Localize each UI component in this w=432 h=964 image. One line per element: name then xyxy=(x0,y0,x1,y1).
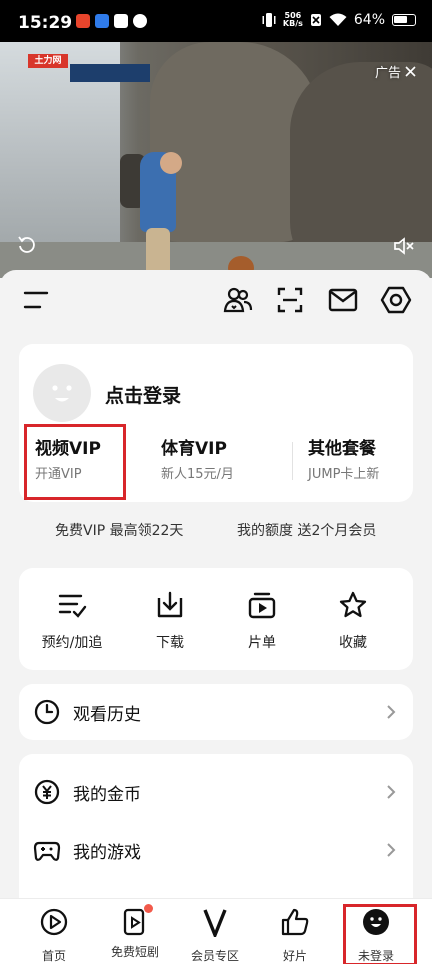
profile-panel: 点击登录 视频VIP 开通VIP 体育VIP 新人15元/月 其他套餐 JUMP… xyxy=(0,270,432,914)
clock-icon xyxy=(34,699,60,725)
app-notification-icon xyxy=(95,14,109,28)
vibrate-icon xyxy=(262,13,276,27)
vip-item-sports[interactable]: 体育VIP 新人15元/月 xyxy=(161,434,234,482)
promo-row: 免费VIP 最高领22天 我的额度 送2个月会员 xyxy=(19,510,413,550)
gamepad-icon xyxy=(33,841,61,861)
status-bar: 15:29 506 KB/s 64% xyxy=(0,0,432,42)
menu-icon[interactable] xyxy=(20,284,52,316)
list-item-games[interactable]: 我的游戏 xyxy=(19,822,413,878)
app-notification-icon xyxy=(76,14,90,28)
highlight-box-not-logged-in xyxy=(343,904,417,964)
services-card: 我的金币 我的游戏 xyxy=(19,754,413,914)
free-vip-promo[interactable]: 免费VIP 最高领22天 xyxy=(55,520,183,540)
profile-toolbar xyxy=(0,270,432,332)
shortcut-favorites[interactable]: 收藏 xyxy=(308,590,398,652)
nav-home[interactable]: 首页 xyxy=(21,907,87,964)
shortcut-reserve[interactable]: 预约/加追 xyxy=(27,590,117,652)
replay-icon[interactable] xyxy=(16,234,38,256)
status-notification-icons xyxy=(76,14,147,28)
battery-percent: 64% xyxy=(353,12,385,28)
scan-icon[interactable] xyxy=(274,284,306,316)
vip-item-other[interactable]: 其他套餐 JUMP卡上新 xyxy=(308,434,379,482)
avatar[interactable] xyxy=(33,364,91,422)
settings-icon[interactable] xyxy=(380,284,412,316)
ad-label[interactable]: 广告 xyxy=(375,62,416,81)
chevron-right-icon xyxy=(387,785,396,799)
battery-icon xyxy=(392,14,416,26)
quota-promo[interactable]: 我的额度 送2个月会员 xyxy=(237,520,376,540)
history-item[interactable]: 观看历史 xyxy=(19,684,413,740)
nav-good-films[interactable]: 好片 xyxy=(262,907,328,964)
download-icon xyxy=(157,591,183,618)
vip-v-icon xyxy=(203,909,227,940)
status-right: 506 KB/s 64% xyxy=(262,12,416,28)
coin-icon xyxy=(34,779,60,805)
app-notification-icon xyxy=(133,14,147,28)
history-card: 观看历史 xyxy=(19,684,413,740)
mail-icon[interactable] xyxy=(327,284,359,316)
wifi-icon xyxy=(329,13,347,26)
close-icon[interactable] xyxy=(405,66,416,77)
divider xyxy=(292,442,293,480)
notification-dot xyxy=(144,904,153,913)
avatar-face-icon xyxy=(52,385,72,402)
nav-short-drama[interactable]: 免费短剧 xyxy=(102,904,168,960)
list-check-icon xyxy=(58,594,87,618)
list-item-coins[interactable]: 我的金币 xyxy=(19,764,413,820)
home-play-icon xyxy=(40,908,68,936)
ad-logo: 土力网 xyxy=(28,54,68,68)
friends-icon[interactable] xyxy=(222,284,254,316)
login-link[interactable]: 点击登录 xyxy=(105,381,181,408)
net-speed: 506 KB/s xyxy=(282,11,303,28)
playlist-icon xyxy=(248,592,276,619)
chevron-right-icon xyxy=(387,705,396,719)
shortcut-download[interactable]: 下载 xyxy=(125,590,215,652)
hero-ad-banner[interactable]: 土力网 广告 xyxy=(0,42,432,278)
highlight-box-video-vip xyxy=(24,424,126,500)
shortcut-card: 预约/加追 下载 片单 收藏 xyxy=(19,568,413,670)
nav-vip-zone[interactable]: 会员专区 xyxy=(182,907,248,964)
app-notification-icon xyxy=(114,14,128,28)
shortcut-playlist[interactable]: 片单 xyxy=(217,590,307,652)
no-sim-icon xyxy=(310,14,321,26)
star-icon xyxy=(339,591,367,618)
thumbs-up-icon xyxy=(281,908,309,936)
chevron-right-icon xyxy=(387,843,396,857)
mute-icon[interactable] xyxy=(392,234,416,258)
status-time: 15:29 xyxy=(18,13,73,33)
